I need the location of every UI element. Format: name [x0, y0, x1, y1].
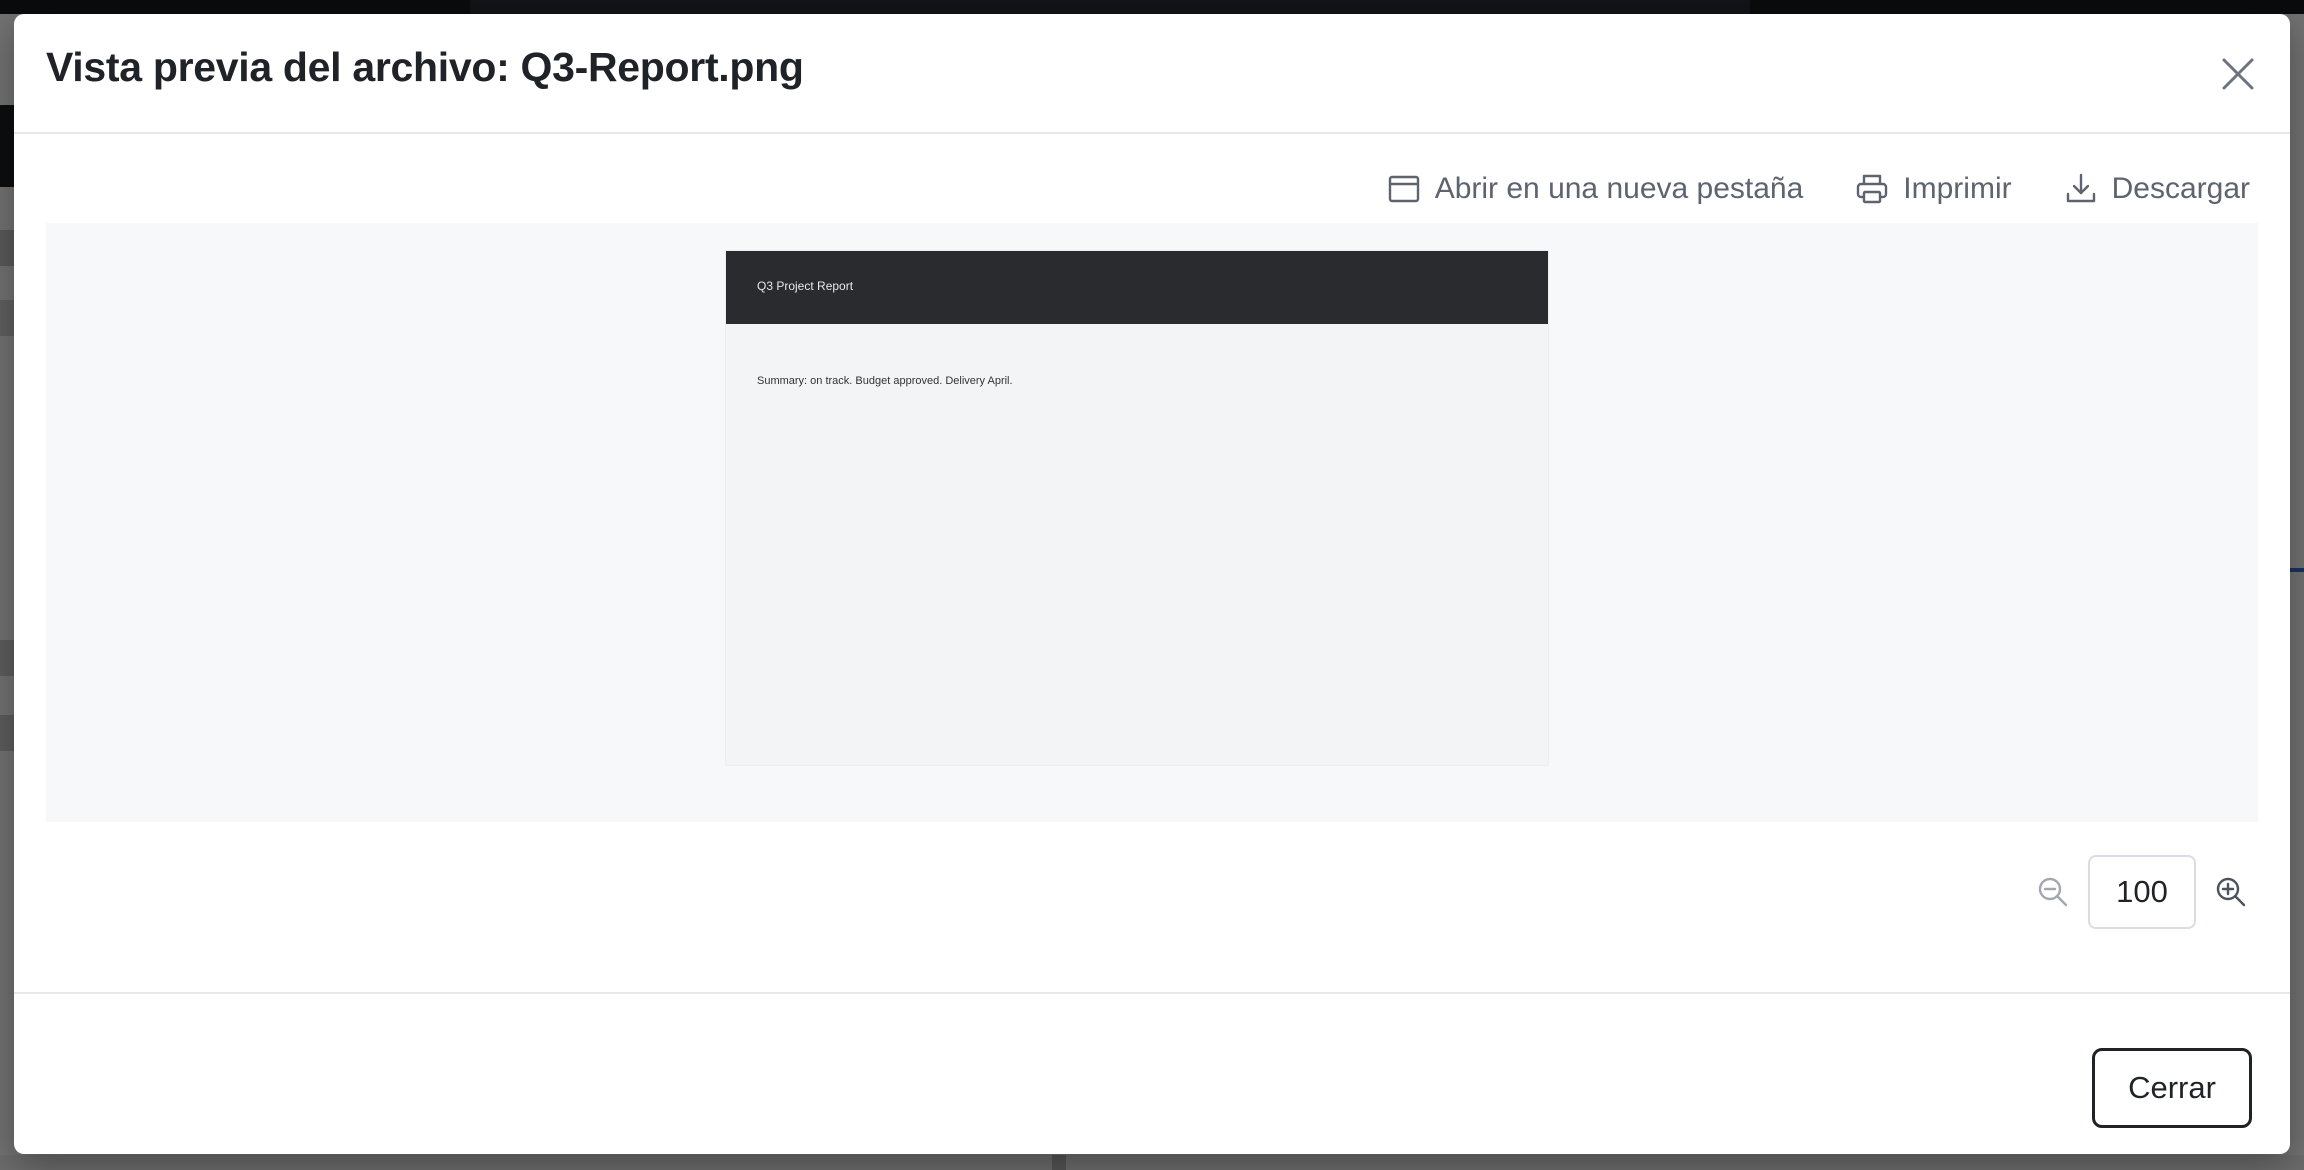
zoom-controls — [2034, 855, 2250, 929]
close-icon — [2222, 58, 2254, 90]
file-preview-modal: Vista previa del archivo: Q3-Report.png … — [14, 14, 2290, 1154]
preview-image-title: Q3 Project Report — [757, 279, 854, 293]
modal-title: Vista previa del archivo: Q3-Report.png — [46, 44, 804, 90]
zoom-in-icon — [2216, 877, 2246, 907]
download-label: Descargar — [2111, 172, 2250, 205]
print-label: Imprimir — [1903, 172, 2012, 205]
footer-close-button[interactable]: Cerrar — [2092, 1048, 2252, 1128]
close-button[interactable] — [2216, 52, 2260, 96]
zoom-out-button[interactable] — [2034, 873, 2072, 911]
printer-icon — [1857, 174, 1888, 204]
zoom-level-input[interactable] — [2088, 855, 2196, 929]
download-button[interactable]: Descargar — [2064, 172, 2250, 206]
print-button[interactable]: Imprimir — [1855, 172, 2012, 206]
modal-footer: Cerrar — [14, 992, 2290, 1154]
open-new-tab-label: Abrir en una nueva pestaña — [1434, 172, 1804, 205]
zoom-in-button[interactable] — [2212, 873, 2250, 911]
preview-image: Q3 Project Report Summary: on track. Bud… — [726, 251, 1548, 765]
open-new-tab-button[interactable]: Abrir en una nueva pestaña — [1387, 172, 1804, 206]
zoom-out-icon — [2038, 877, 2068, 907]
preview-area: Q3 Project Report Summary: on track. Bud… — [46, 223, 2258, 822]
preview-image-header: Q3 Project Report — [726, 251, 1548, 324]
window-icon — [1388, 175, 1419, 203]
preview-toolbar: Abrir en una nueva pestaña Imprimir Desc… — [1387, 164, 2250, 214]
preview-image-summary: Summary: on track. Budget approved. Deli… — [757, 375, 1013, 387]
download-icon — [2066, 173, 2095, 203]
modal-header: Vista previa del archivo: Q3-Report.png — [14, 14, 2290, 134]
